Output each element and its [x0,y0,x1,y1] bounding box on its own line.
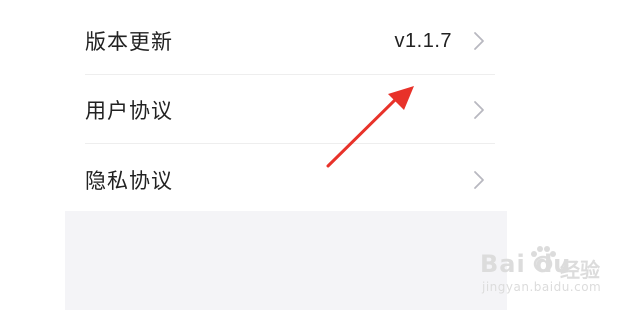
chevron-right-icon [474,101,484,119]
divider [85,143,495,144]
settings-item-label: 版本更新 [85,30,173,54]
version-number: v1.1.7 [394,29,452,52]
baidu-jingyan-watermark: Bai du 经验 jingyan.baidu.com [470,236,620,300]
settings-item-label: 用户协议 [85,99,173,123]
settings-item-version-update[interactable]: 版本更新 v1.1.7 [85,6,485,76]
settings-item-user-agreement[interactable]: 用户协议 [85,75,485,145]
watermark-url: jingyan.baidu.com [482,280,602,294]
settings-list: 版本更新 v1.1.7 用户协议 隐私协议 [65,0,507,211]
settings-item-label: 隐私协议 [85,169,173,193]
empty-background-area [65,211,507,310]
chevron-right-icon [474,171,484,189]
settings-item-privacy-policy[interactable]: 隐私协议 [85,145,485,215]
paw-icon [531,246,556,273]
watermark-brand-cn: 经验 [560,258,600,282]
chevron-right-icon [474,32,484,50]
